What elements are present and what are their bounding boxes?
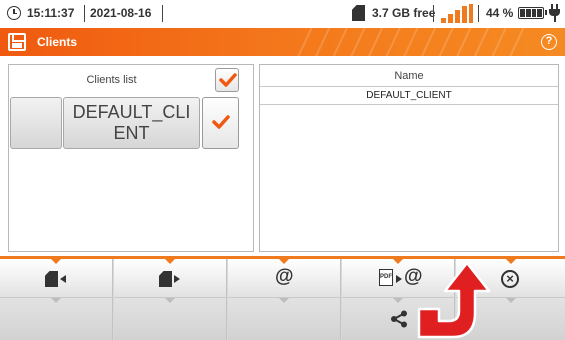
- battery-icon: [518, 7, 547, 19]
- send-email-button[interactable]: @: [228, 259, 341, 297]
- details-column-header: Name: [260, 65, 558, 87]
- arrow-left-icon: [60, 275, 66, 283]
- signal-bars-icon: [441, 4, 479, 23]
- status-date: 2021-08-16: [90, 6, 152, 20]
- battery-percent: 44 %: [486, 6, 514, 20]
- clients-list-label: Clients list: [86, 74, 137, 86]
- client-row[interactable]: DEFAULT_CLIENT: [10, 97, 252, 149]
- status-divider: [433, 5, 434, 22]
- sd-card-icon: [352, 5, 365, 21]
- toolbar-empty-slot: [114, 297, 227, 340]
- clients-list-panel: Clients list DEFAULT_CLIENT: [8, 64, 254, 252]
- pdf-document-icon: PDF: [379, 269, 393, 286]
- client-checkbox[interactable]: [202, 97, 239, 149]
- button-notch: [505, 298, 516, 303]
- status-divider: [84, 5, 85, 22]
- clock-icon: [7, 6, 21, 20]
- title-bar-pattern: [295, 28, 525, 56]
- button-notch: [279, 259, 289, 264]
- clients-list-header: Clients list: [9, 65, 253, 95]
- select-all-checkbox[interactable]: [215, 68, 239, 92]
- button-notch: [51, 298, 61, 303]
- checkmark-icon: [212, 115, 230, 129]
- status-time: 15:11:37: [27, 6, 75, 20]
- details-row[interactable]: DEFAULT_CLIENT: [260, 87, 558, 105]
- arrow-right-icon: [174, 275, 180, 283]
- title-bar: Clients ?: [0, 28, 565, 56]
- sd-card-import-icon: [45, 271, 58, 287]
- help-icon[interactable]: ?: [541, 34, 557, 50]
- page-title: Clients: [37, 35, 78, 49]
- storage-free: 3.7 GB free: [372, 6, 436, 20]
- button-notch: [165, 259, 175, 264]
- status-bar: 15:11:37 2021-08-16 3.7 GB free 44 %: [0, 0, 565, 28]
- button-notch: [279, 298, 289, 303]
- arrow-right-icon: [396, 275, 402, 283]
- checkmark-icon: [219, 73, 237, 87]
- status-divider: [162, 5, 163, 22]
- button-notch: [505, 259, 516, 264]
- toolbar-empty-slot: [0, 297, 113, 340]
- status-divider: [478, 5, 479, 22]
- save-icon: [8, 33, 26, 51]
- power-plug-icon: [549, 4, 561, 22]
- client-row-spacer[interactable]: [10, 97, 62, 149]
- button-notch: [51, 259, 61, 264]
- email-at-icon: @: [275, 266, 294, 287]
- button-notch: [393, 298, 403, 303]
- sd-card-export-icon: [159, 271, 172, 287]
- red-curved-arrow-icon: [417, 261, 491, 339]
- toolbar-empty-slot: [228, 297, 341, 340]
- button-notch: [393, 259, 403, 264]
- button-notch: [165, 298, 175, 303]
- client-details-panel: Name DEFAULT_CLIENT: [259, 64, 559, 252]
- export-to-sd-button[interactable]: [114, 259, 227, 297]
- import-from-sd-button[interactable]: [0, 259, 113, 297]
- client-name-button[interactable]: DEFAULT_CLIENT: [63, 97, 200, 149]
